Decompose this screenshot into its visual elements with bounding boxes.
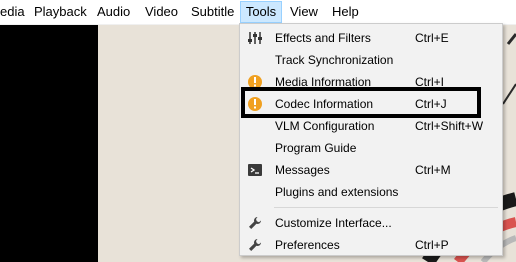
menu-item-vlm-configuration[interactable]: VLM Configuration Ctrl+Shift+W [241,115,501,137]
menu-subtitle[interactable]: Subtitle [191,1,234,23]
menu-video[interactable]: Video [145,1,178,23]
menu-item-label: Plugins and extensions [275,185,399,199]
menu-item-preferences[interactable]: Preferences Ctrl+P [241,234,501,256]
menu-item-track-synchronization[interactable]: Track Synchronization [241,49,501,71]
menu-separator [274,207,498,208]
menu-item-shortcut: Ctrl+M [415,163,451,177]
menu-tools[interactable]: Tools [240,1,282,23]
menu-audio[interactable]: Audio [97,1,130,23]
menu-item-effects-and-filters[interactable]: Effects and Filters Ctrl+E [241,27,501,49]
terminal-icon [248,164,262,176]
menu-item-label: Customize Interface... [275,216,392,230]
menu-media[interactable]: edia [0,1,25,23]
menu-item-shortcut: Ctrl+P [415,238,449,252]
menu-item-plugins-and-extensions[interactable]: Plugins and extensions [241,181,501,203]
menu-item-label: VLM Configuration [275,119,375,133]
menu-item-customize-interface[interactable]: Customize Interface... [241,212,501,234]
menu-item-label: Track Synchronization [275,53,394,67]
menu-item-program-guide[interactable]: Program Guide [241,137,501,159]
menu-item-shortcut: Ctrl+Shift+W [415,119,484,133]
menu-item-label: Messages [275,163,330,177]
video-letterbox [0,24,98,262]
sliders-icon [248,32,262,44]
menu-item-label: Effects and Filters [275,31,371,45]
highlight-annotation-box [241,87,481,118]
menu-playback[interactable]: Playback [34,1,87,23]
wrench-icon [249,239,261,251]
tools-dropdown-menu: Effects and Filters Ctrl+E Track Synchro… [239,23,503,256]
menu-help[interactable]: Help [332,1,359,23]
vlm-window: edia Playback Audio Video Subtitle Tools… [0,0,516,262]
wrench-icon [249,217,261,229]
menu-item-label: Program Guide [275,141,357,155]
menu-item-messages[interactable]: Messages Ctrl+M [241,159,501,181]
menu-view[interactable]: View [290,1,318,23]
menu-item-label: Preferences [275,238,340,252]
menu-bar: edia Playback Audio Video Subtitle Tools… [0,0,516,25]
menu-item-shortcut: Ctrl+E [415,31,449,45]
